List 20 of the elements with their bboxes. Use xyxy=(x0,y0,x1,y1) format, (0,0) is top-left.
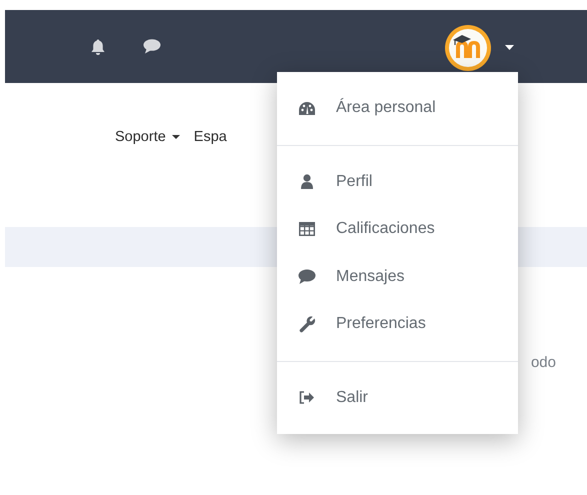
nav-link[interactable]: Espa xyxy=(194,129,227,145)
menu-item[interactable]: Preferencias xyxy=(277,300,518,348)
menu-item[interactable]: Mensajes xyxy=(277,253,518,300)
body-text: odo xyxy=(530,354,556,371)
table-icon xyxy=(299,222,315,236)
speech-bubble-icon xyxy=(298,268,316,285)
menu-item[interactable]: Salir xyxy=(277,374,518,422)
user-icon xyxy=(300,174,314,190)
gauge-icon xyxy=(298,100,316,116)
nav-link[interactable]: Soporte xyxy=(115,129,180,145)
sign-out-icon xyxy=(299,391,315,404)
menu-item[interactable]: Área personal xyxy=(277,84,518,132)
speech-bubble-icon[interactable] xyxy=(143,39,161,54)
menu-item[interactable]: Calificaciones xyxy=(277,206,518,253)
caret-icon[interactable] xyxy=(505,45,514,50)
menu-item[interactable]: Perfil xyxy=(277,158,518,206)
avatar-icon[interactable] xyxy=(444,24,492,72)
wrench-icon xyxy=(298,316,316,333)
bell-icon[interactable] xyxy=(91,38,105,54)
caret-icon xyxy=(172,135,180,139)
